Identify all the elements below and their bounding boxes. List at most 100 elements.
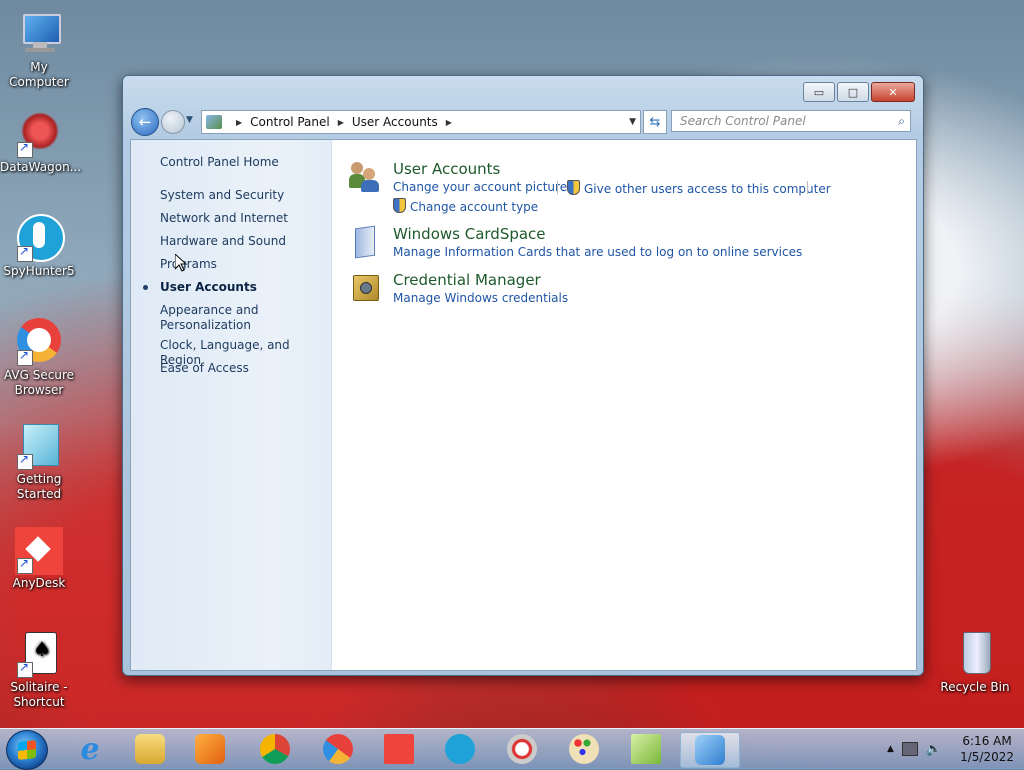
nav-appearance-and-personalization[interactable]: Appearance and Personalization (160, 303, 270, 333)
address-dropdown-icon[interactable]: ▼ (629, 117, 636, 127)
media-player-icon (195, 734, 225, 764)
refresh-icon: ⇆ (649, 114, 661, 130)
shortcut-arrow-icon (17, 348, 33, 366)
breadcrumb-user-accounts[interactable]: User Accounts (352, 115, 438, 129)
taskbar-media-player[interactable] (188, 732, 232, 766)
desktop-icon-label: AnyDesk (12, 576, 66, 590)
network-icon[interactable] (901, 742, 918, 756)
show-hidden-icons-icon[interactable]: ▲ (887, 744, 894, 754)
close-button[interactable]: ✕ (871, 82, 915, 102)
taskbar-chrome[interactable] (253, 732, 297, 766)
breadcrumb-chevron-icon[interactable]: ▶ (446, 118, 452, 127)
desktop-icon-avg-browser[interactable]: AVG Secure Browser (0, 318, 78, 398)
nav-programs[interactable]: Programs (160, 257, 217, 272)
breadcrumb-chevron-icon[interactable]: ▶ (236, 118, 242, 127)
maximize-button[interactable]: □ (837, 82, 869, 102)
credential-vault-icon (349, 271, 381, 303)
shortcut-arrow-icon (17, 556, 33, 574)
credential-manager-title[interactable]: Credential Manager (393, 271, 541, 289)
window-controls: ▭ □ ✕ (803, 82, 915, 102)
cardspace-icon (349, 225, 381, 259)
breadcrumb-chevron-icon[interactable]: ▶ (338, 118, 344, 127)
cardspace-title[interactable]: Windows CardSpace (393, 225, 546, 243)
internet-explorer-icon: e (80, 731, 100, 767)
scissors-icon (507, 734, 537, 764)
shortcut-arrow-icon (17, 140, 33, 158)
desktop-icon-label: My Computer (9, 60, 69, 89)
manage-windows-credentials-link[interactable]: Manage Windows credentials (393, 291, 568, 305)
desktop-icon-label: DataWagon... (0, 160, 82, 174)
desktop-icon-label: AVG Secure Browser (3, 368, 75, 397)
desktop-icon-label: Solitaire - Shortcut (10, 680, 68, 709)
folder-icon (135, 734, 165, 764)
give-other-users-access-link[interactable]: Give other users access to this computer (567, 180, 831, 196)
recycle-bin-icon (951, 630, 999, 678)
control-panel-icon (206, 115, 222, 129)
spyhunter-icon (15, 214, 65, 262)
desktop-icon-spyhunter[interactable]: SpyHunter5 (0, 214, 78, 279)
link-separator (807, 181, 808, 194)
back-arrow-icon: ← (138, 113, 152, 131)
change-account-picture-link[interactable]: Change your account picture (393, 180, 567, 194)
taskbar: e ▲ 🔈 6:16 AM 1/5/2022 (0, 728, 1024, 770)
taskbar-paint[interactable] (562, 732, 606, 766)
left-navigation-pane: Control Panel Home System and Security N… (131, 140, 332, 670)
minimize-button[interactable]: ▭ (803, 82, 835, 102)
taskbar-internet-explorer[interactable]: e (68, 731, 112, 767)
taskbar-snipping-tool[interactable] (500, 732, 544, 766)
taskbar-spyhunter[interactable] (438, 732, 482, 766)
uac-shield-icon (567, 180, 580, 195)
nav-hardware-and-sound[interactable]: Hardware and Sound (160, 234, 286, 249)
search-input[interactable]: Search Control Panel ⌕ (671, 110, 911, 132)
notepad-plus-icon (631, 734, 661, 764)
address-bar[interactable]: ▶ Control Panel ▶ User Accounts ▶ ▼ (201, 110, 641, 134)
change-account-type-link[interactable]: Change account type (393, 198, 538, 214)
uac-shield-icon (393, 198, 406, 213)
anydesk-icon (384, 734, 414, 764)
refresh-button[interactable]: ⇆ (643, 110, 667, 134)
forward-button[interactable] (161, 110, 185, 134)
taskbar-file-explorer[interactable] (128, 732, 172, 766)
desktop-icon-recycle-bin[interactable]: Recycle Bin (936, 630, 1014, 695)
desktop-icon-anydesk[interactable]: AnyDesk (0, 526, 78, 591)
current-item-bullet (143, 285, 148, 290)
desktop-icon-datawagon[interactable]: DataWagon... (0, 110, 82, 175)
anydesk-icon (15, 526, 63, 575)
desktop-icon-getting-started[interactable]: Getting Started (0, 422, 78, 502)
desktop-icon-my-computer[interactable]: My Computer (0, 10, 78, 90)
search-icon[interactable]: ⌕ (898, 114, 905, 129)
nav-ease-of-access[interactable]: Ease of Access (160, 361, 249, 376)
control-panel-icon (695, 735, 725, 765)
desktop-icon-solitaire[interactable]: ♠ Solitaire - Shortcut (0, 630, 78, 710)
nav-system-and-security[interactable]: System and Security (160, 188, 284, 203)
users-icon (349, 160, 381, 192)
nav-control-panel-home[interactable]: Control Panel Home (160, 155, 279, 170)
desktop-icon-label: Recycle Bin (940, 680, 1010, 694)
control-panel-window: ▭ □ ✕ ← ▼ ▶ Control Panel ▶ User Account… (122, 75, 924, 676)
avg-browser-icon (323, 734, 353, 764)
taskbar-notepad-plus[interactable] (624, 732, 668, 766)
start-button[interactable] (6, 730, 48, 770)
computer-icon (15, 10, 63, 58)
taskbar-avg-browser[interactable] (316, 732, 360, 766)
nav-user-accounts[interactable]: User Accounts (160, 280, 257, 295)
system-tray: ▲ 🔈 6:16 AM 1/5/2022 (887, 729, 1014, 769)
content-area: Control Panel Home System and Security N… (130, 139, 917, 671)
avg-browser-icon (15, 318, 63, 366)
shortcut-arrow-icon (17, 244, 33, 262)
nav-network-and-internet[interactable]: Network and Internet (160, 211, 288, 226)
taskbar-control-panel[interactable] (680, 732, 740, 768)
desktop-icon-label: SpyHunter5 (3, 264, 75, 278)
manage-information-cards-link[interactable]: Manage Information Cards that are used t… (393, 245, 802, 259)
datawagon-icon (15, 110, 63, 158)
paint-palette-icon (569, 734, 599, 764)
recent-pages-dropdown[interactable]: ▼ (186, 115, 193, 125)
taskbar-anydesk[interactable] (377, 732, 421, 766)
shortcut-arrow-icon (17, 660, 33, 678)
back-button[interactable]: ← (131, 108, 159, 136)
volume-icon[interactable]: 🔈 (926, 742, 942, 757)
clock[interactable]: 6:16 AM 1/5/2022 (960, 733, 1014, 765)
link-separator (557, 181, 558, 194)
user-accounts-title[interactable]: User Accounts (393, 160, 500, 178)
breadcrumb-control-panel[interactable]: Control Panel (250, 115, 330, 129)
